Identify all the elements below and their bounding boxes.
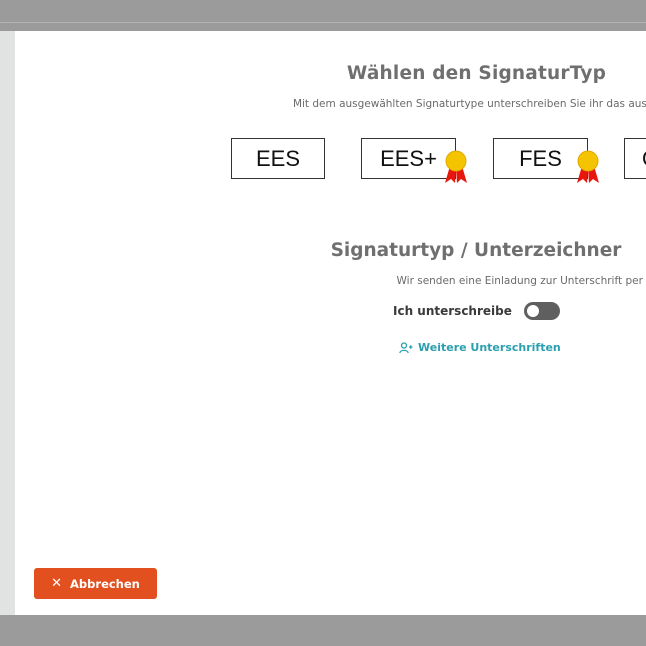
sigtype-fes-label: FES [519,145,562,171]
sigtype-ees-button[interactable]: EES [231,138,325,179]
dialog-subtitle: Mit dem ausgewählten Signaturtype unters… [292,98,646,110]
toggle-knob [526,305,539,317]
section-description: Wir senden eine Einladung zur Unterschri… [396,275,646,287]
sigtype-q-button[interactable]: Q [624,138,646,179]
backdrop-top [0,0,646,31]
sigtype-ees-plus-button[interactable]: EES+ [361,138,456,179]
backdrop-bottom [0,615,646,646]
dialog-title: Wählen den SignaturTyp [346,63,607,84]
cancel-button[interactable]: ✕ Abbrechen [34,568,157,599]
cancel-label: Abbrechen [70,576,140,591]
signature-type-dialog: Wählen den SignaturTyp Mit dem ausgewähl… [15,31,646,615]
left-panel-edge [0,31,15,615]
add-user-icon [399,341,413,353]
close-icon: ✕ [51,576,63,591]
self-sign-label: Ich unterschreibe [393,304,512,318]
award-badge-icon [445,150,467,183]
section-title: Signaturtyp / Unterzeichner [330,240,622,261]
sigtype-fes-button[interactable]: FES [493,138,588,179]
sigtype-ees-plus-label: EES+ [380,145,437,171]
award-badge-icon [577,150,599,183]
self-sign-row: Ich unterschreibe [393,302,560,320]
sigtype-ees-label: EES [255,145,301,171]
sigtype-q-label: Q [642,146,646,172]
add-signers-link[interactable]: Weitere Unterschriften [399,341,561,354]
self-sign-toggle[interactable] [523,302,560,320]
add-signers-label: Weitere Unterschriften [418,341,561,354]
backdrop-divider [0,22,646,23]
